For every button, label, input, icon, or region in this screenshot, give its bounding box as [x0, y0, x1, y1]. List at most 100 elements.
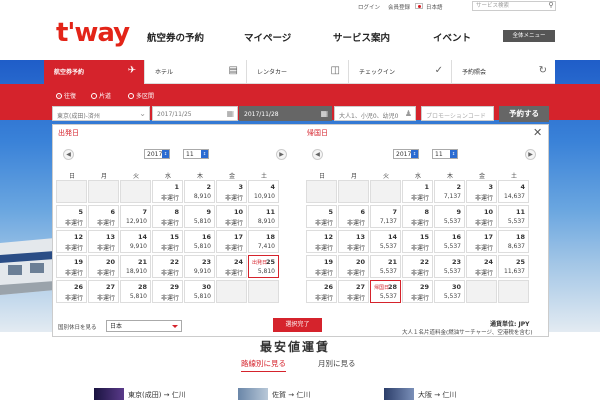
tab-hotel[interactable]: ホテル ▤	[145, 60, 247, 84]
tab-by-month[interactable]: 月別に見る	[318, 358, 356, 369]
calendar-day[interactable]: 30 5,810	[184, 280, 215, 303]
return-date-field[interactable]: 2017/11/28 ▦	[239, 106, 332, 121]
calendar-day[interactable]: 9 5,537	[434, 205, 465, 228]
fare-card[interactable]: 佐賀 → 仁川	[238, 388, 368, 400]
nav-events[interactable]: イベント	[433, 30, 471, 44]
calendar-day[interactable]: 25 5,810 出発日	[248, 255, 279, 278]
tab-flight[interactable]: 航空券予約 ✈	[44, 60, 145, 84]
calendar-day[interactable]: 12 非運行	[56, 230, 87, 253]
calendar-day[interactable]: 14 5,537	[370, 230, 401, 253]
search-icon[interactable]: ⚲	[546, 1, 556, 11]
search-submit-button[interactable]: 予約する	[499, 106, 549, 122]
calendar-day[interactable]: 20 非運行	[88, 255, 119, 278]
calendar-day[interactable]: 28 5,810	[120, 280, 151, 303]
calendar-day[interactable]: 19 非運行	[306, 255, 337, 278]
radio-multicity[interactable]: 多区間	[128, 91, 154, 100]
year-select[interactable]: 2017 ↕	[144, 149, 170, 159]
calendar-day[interactable]: 11 5,537	[498, 205, 529, 228]
calendar-day[interactable]: 15 非運行	[402, 230, 433, 253]
calendar-day[interactable]: 5 非運行	[306, 205, 337, 228]
calendar-day[interactable]: 1 非運行	[152, 180, 183, 203]
service-search-input[interactable]: サービス検索	[472, 1, 556, 11]
nav-mypage[interactable]: マイページ	[244, 30, 291, 44]
calendar-day[interactable]: 21 18,910	[120, 255, 151, 278]
calendar-day[interactable]: 4 10,910	[248, 180, 279, 203]
calendar-day[interactable]: 22 非運行	[152, 255, 183, 278]
calendar-day[interactable]: 10 非運行	[216, 205, 247, 228]
calendar-day[interactable]: 2 7,137	[434, 180, 465, 203]
calendar-day[interactable]: 14 9,910	[120, 230, 151, 253]
calendar-day[interactable]: 11 8,910	[248, 205, 279, 228]
calendar-day[interactable]: 8 非運行	[152, 205, 183, 228]
calendar-day[interactable]: 23 5,537	[434, 255, 465, 278]
calendar-day[interactable]: 6 非運行	[338, 205, 369, 228]
calendar-day[interactable]: 17 非運行	[466, 230, 497, 253]
year-select[interactable]: 2017 ↕	[393, 149, 419, 159]
calendar-day[interactable]: 26 非運行	[306, 280, 337, 303]
logo[interactable]: t'way	[56, 18, 130, 48]
calendar-day[interactable]: 16 5,537	[434, 230, 465, 253]
calendar-day[interactable]: 24 非運行	[216, 255, 247, 278]
promo-code-input[interactable]: プロモーションコード	[421, 106, 494, 121]
all-menu-button[interactable]: 全体メニュー	[503, 30, 555, 42]
prev-month-button[interactable]: ◀	[312, 149, 323, 160]
calendar-day[interactable]: 1 非運行	[402, 180, 433, 203]
month-select[interactable]: 11 ↕	[183, 149, 209, 159]
nav-booking[interactable]: 航空券の予約	[147, 30, 204, 44]
calendar-day[interactable]: 22 非運行	[402, 255, 433, 278]
tab-by-route[interactable]: 路線別に見る	[241, 358, 286, 372]
calendar-day[interactable]: 7 12,910	[120, 205, 151, 228]
login-link[interactable]: ログイン	[358, 3, 380, 11]
calendar-day[interactable]: 20 非運行	[338, 255, 369, 278]
calendar-day[interactable]: 19 非運行	[56, 255, 87, 278]
calendar-day[interactable]: 3 非運行	[216, 180, 247, 203]
calendar-day[interactable]: 26 非運行	[56, 280, 87, 303]
route-field[interactable]: 東京(成田)-済州 ⌄	[52, 106, 150, 121]
calendar-day[interactable]: 9 5,810	[184, 205, 215, 228]
calendar-day[interactable]: 30 5,537	[434, 280, 465, 303]
holiday-country-select[interactable]: 日本	[106, 320, 182, 332]
calendar-day[interactable]: 29 非運行	[152, 280, 183, 303]
passenger-field[interactable]: 大人1、小児0、幼児0 ♟	[334, 106, 416, 121]
tab-rentacar[interactable]: レンタカー ◫	[247, 60, 349, 84]
radio-roundtrip[interactable]: 往復	[56, 91, 76, 100]
calendar-day[interactable]: 8 非運行	[402, 205, 433, 228]
calendar-day[interactable]: 5 非運行	[56, 205, 87, 228]
next-month-button[interactable]: ▶	[525, 149, 536, 160]
tab-checkin[interactable]: チェックイン ✓	[349, 60, 452, 84]
calendar-day[interactable]: 21 5,537	[370, 255, 401, 278]
depart-date-field[interactable]: 2017/11/25 ▦	[152, 106, 238, 121]
calendar-day[interactable]: 15 非運行	[152, 230, 183, 253]
prev-month-button[interactable]: ◀	[63, 149, 74, 160]
calendar-day[interactable]: 4 14,637	[498, 180, 529, 203]
fare-card[interactable]: 東京(成田) → 仁川	[94, 388, 224, 400]
fare-card[interactable]: 大阪 → 仁川	[384, 388, 514, 400]
calendar-day[interactable]: 18 8,637	[498, 230, 529, 253]
radio-oneway[interactable]: 片道	[91, 91, 111, 100]
calendar-day[interactable]: 23 9,910	[184, 255, 215, 278]
tab-reservation-lookup[interactable]: 予約照会 ↻	[452, 60, 555, 84]
calendar-day[interactable]: 28 5,537 帰国日	[370, 280, 401, 303]
calendar-day[interactable]: 18 7,410	[248, 230, 279, 253]
calendar-day[interactable]: 27 非運行	[338, 280, 369, 303]
calendar-day[interactable]: 29 非運行	[402, 280, 433, 303]
calendar-day[interactable]: 6 非運行	[88, 205, 119, 228]
calendar-day[interactable]: 3 非運行	[466, 180, 497, 203]
calendar-day[interactable]: 16 5,810	[184, 230, 215, 253]
calendar-day[interactable]: 27 非運行	[88, 280, 119, 303]
language-selector[interactable]: 日本語	[426, 3, 443, 11]
calendar-day[interactable]: 17 非運行	[216, 230, 247, 253]
calendar-day[interactable]: 24 非運行	[466, 255, 497, 278]
calendar-day[interactable]: 2 8,910	[184, 180, 215, 203]
calendar-day[interactable]: 10 非運行	[466, 205, 497, 228]
month-select[interactable]: 11 ↕	[432, 149, 458, 159]
calendar-day[interactable]: 13 非運行	[338, 230, 369, 253]
next-month-button[interactable]: ▶	[276, 149, 287, 160]
calendar-day[interactable]: 25 11,637	[498, 255, 529, 278]
close-icon[interactable]: ✕	[533, 127, 542, 138]
register-link[interactable]: 会員登録	[388, 3, 410, 11]
calendar-day[interactable]: 13 非運行	[88, 230, 119, 253]
calendar-day[interactable]: 7 7,137	[370, 205, 401, 228]
nav-services[interactable]: サービス案内	[333, 30, 390, 44]
calendar-day[interactable]: 12 非運行	[306, 230, 337, 253]
